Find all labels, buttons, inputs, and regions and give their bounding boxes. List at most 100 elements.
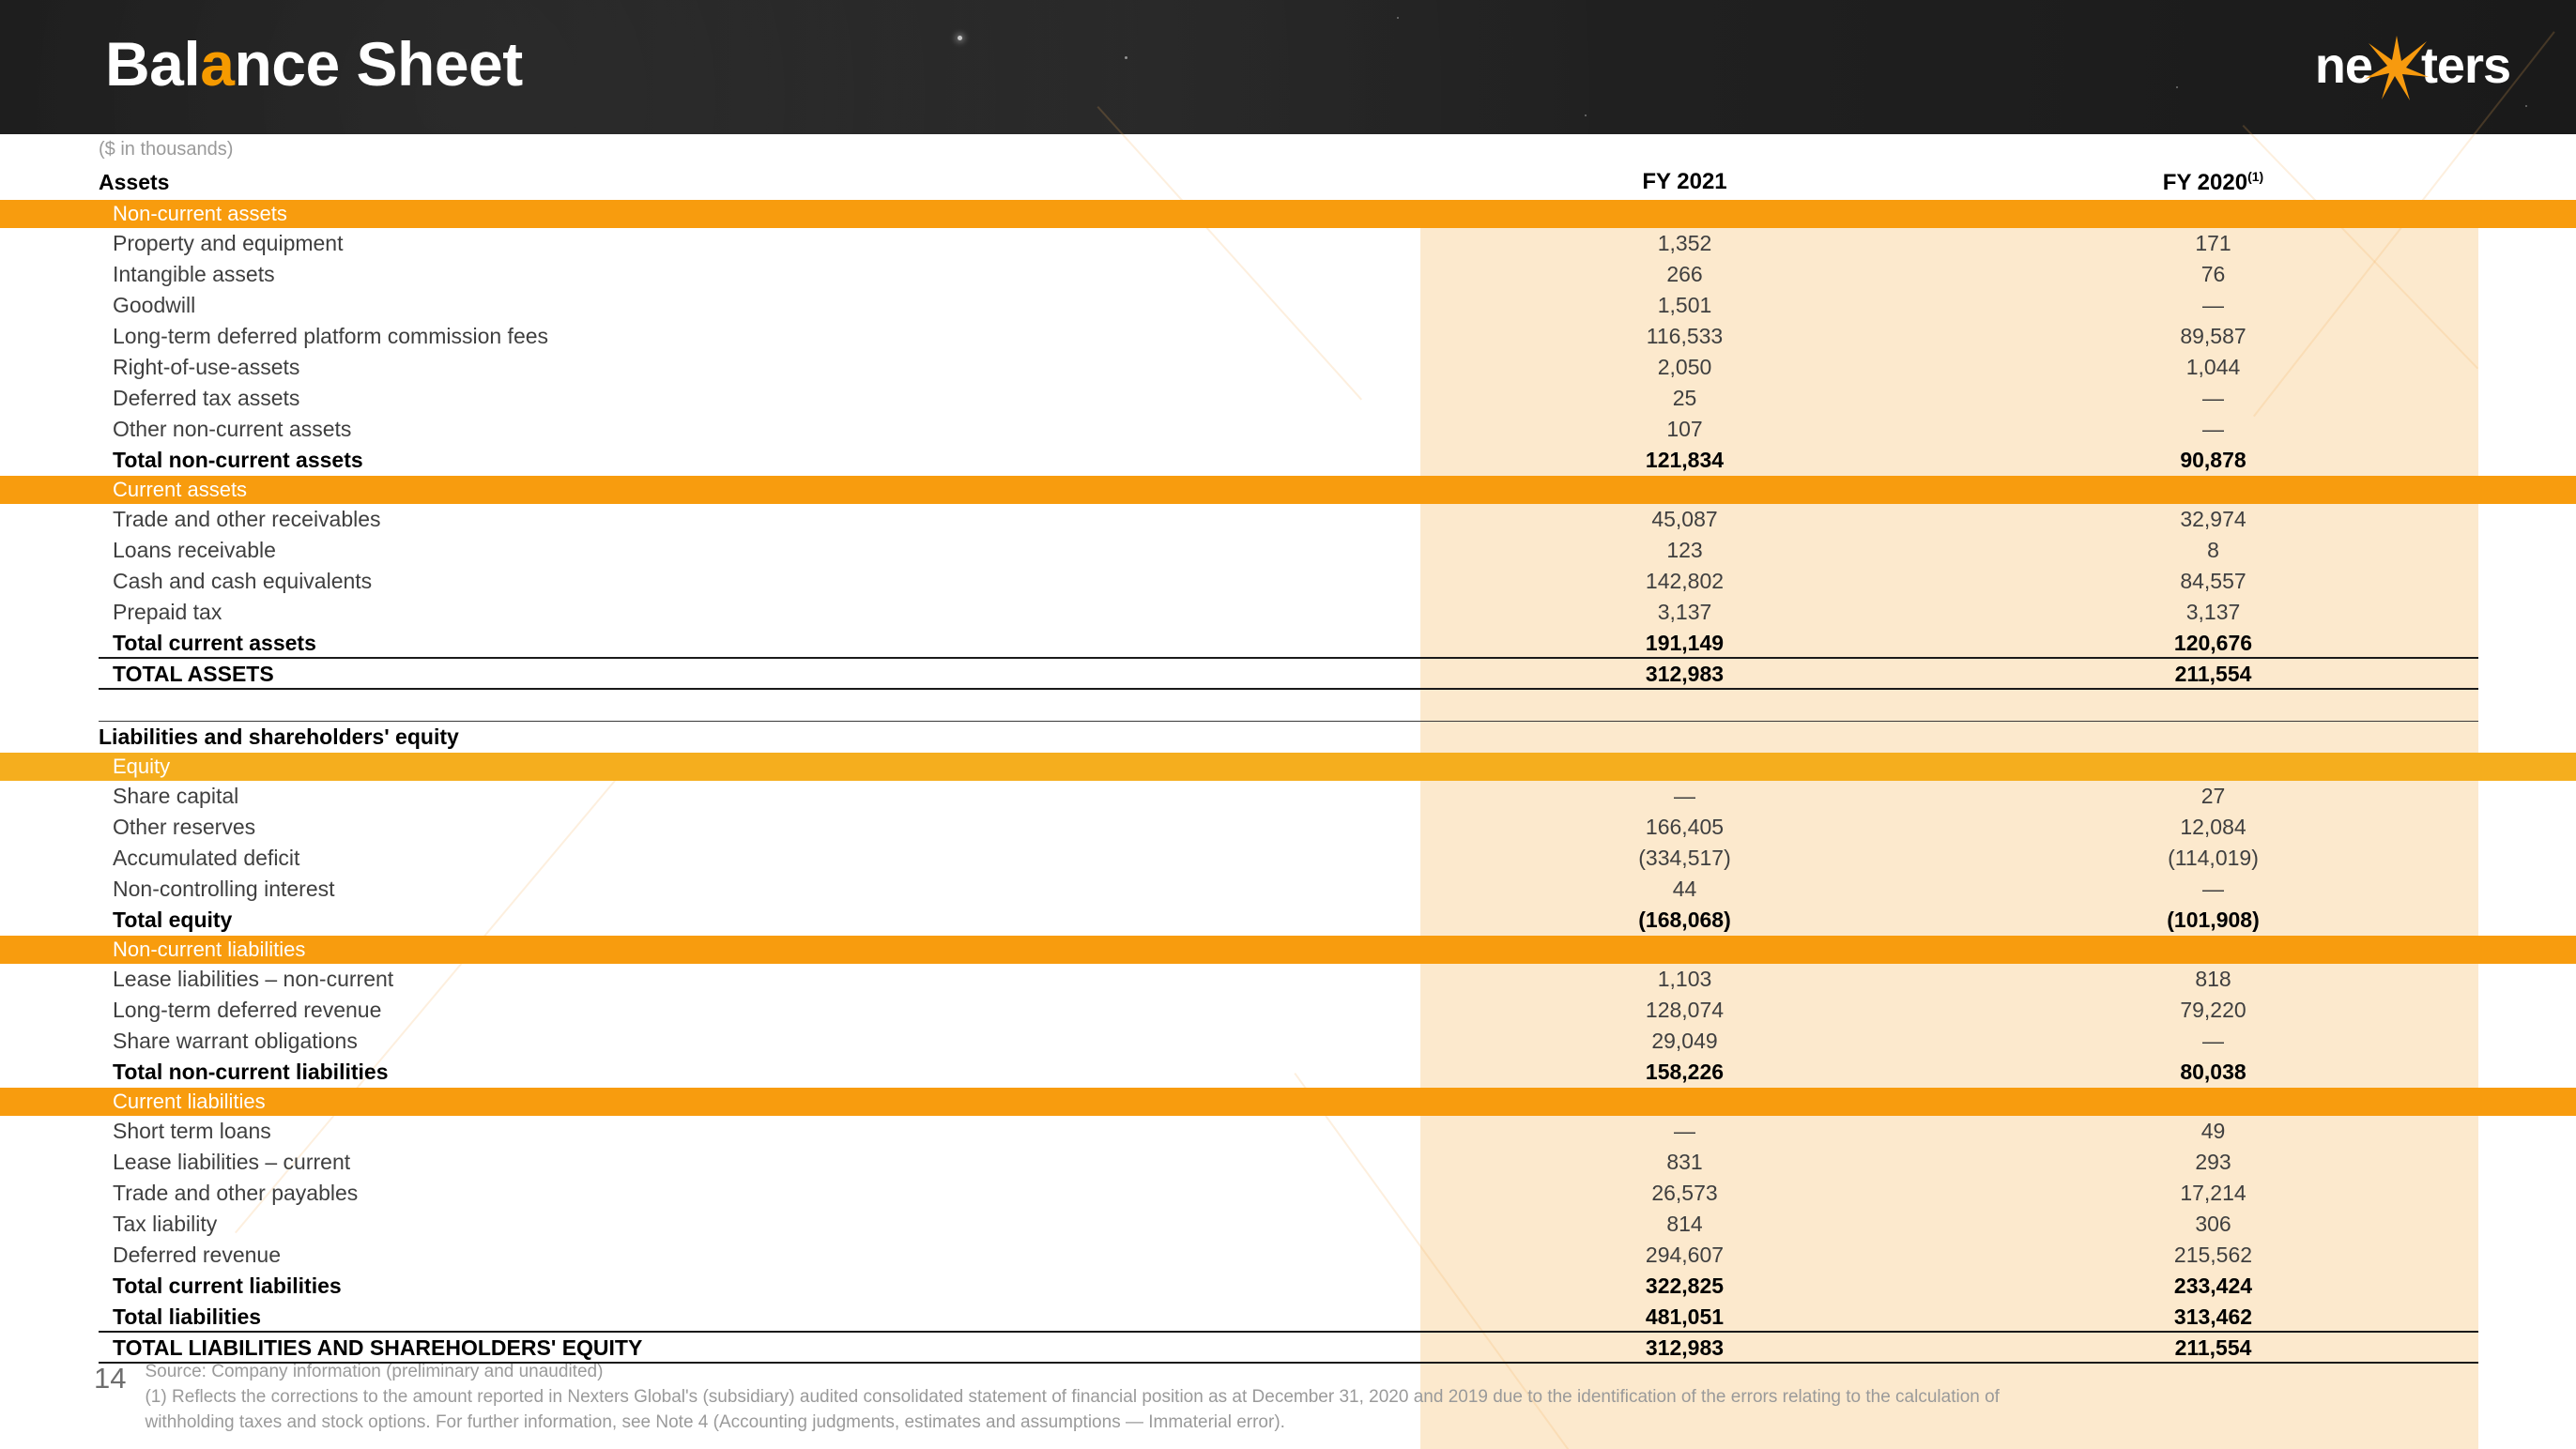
row-value-fy2021: 191,149: [1645, 631, 1725, 655]
section-label: Non-current liabilities: [113, 938, 306, 961]
row-value-fy2021: 3,137: [1657, 600, 1712, 624]
row-label: Deferred tax assets: [113, 386, 300, 410]
page-title-part-2: nce Sheet: [234, 29, 523, 99]
footnote-1-line-1: (1) Reflects the corrections to the amou…: [145, 1386, 2000, 1407]
row-value-fy2021: 312,983: [1645, 662, 1725, 686]
row-value-fy2020: 233,424: [2173, 1274, 2253, 1298]
table-row: Lease liabilities – current 831 293: [0, 1147, 2576, 1178]
row-value-fy2020: 306: [2195, 1212, 2231, 1236]
row-value-fy2021: 142,802: [1645, 569, 1725, 593]
row-value-fy2021: (168,068): [1638, 908, 1731, 932]
row-label: Cash and cash equivalents: [113, 569, 373, 593]
balance-sheet-table: ($ in thousands) Assets FY 2021 FY 2020(…: [0, 31, 2576, 1449]
row-value-fy2020: 27: [2200, 784, 2226, 808]
row-label: Other reserves: [113, 815, 256, 839]
row-value-fy2020: 17,214: [2180, 1181, 2246, 1205]
row-value-fy2021: 29,049: [1651, 1029, 1718, 1053]
row-value-fy2021: 814: [1666, 1212, 1703, 1236]
page-title: Balance Sheet: [105, 28, 523, 99]
row-label: Non-controlling interest: [113, 877, 335, 901]
table-row: Accumulated deficit (334,517) (114,019): [0, 843, 2576, 874]
row-label: Total current liabilities: [113, 1274, 342, 1298]
row-value-fy2021: 1,103: [1657, 967, 1712, 991]
row-value-fy2020: 80,038: [2180, 1060, 2246, 1084]
table-rows: ($ in thousands) Assets FY 2021 FY 2020(…: [0, 134, 2576, 1364]
section-header-current-liabilities: Current liabilities: [0, 1088, 2576, 1116]
row-label: Total liabilities: [113, 1304, 262, 1329]
row-value-fy2020: —: [2202, 293, 2224, 317]
total-row-current-liabilities: Total current liabilities 322,825 233,42…: [0, 1271, 2576, 1302]
row-value-fy2020: 293: [2195, 1150, 2231, 1174]
total-row-current-assets: Total current assets 191,149 120,676: [0, 628, 2576, 659]
row-value-fy2021: 116,533: [1646, 324, 1724, 348]
row-value-fy2021: —: [1674, 1119, 1695, 1143]
row-value-fy2020: 171: [2195, 231, 2231, 255]
row-label: Trade and other receivables: [113, 507, 381, 531]
footnotes: Source: Company information (preliminary…: [145, 1360, 1999, 1436]
nexters-logo: ne ters: [2315, 36, 2511, 100]
row-value-fy2020: (114,019): [2168, 846, 2259, 870]
row-label: Share capital: [113, 784, 239, 808]
total-assets-row: TOTAL ASSETS 312,983 211,554: [0, 659, 2576, 690]
row-label: Long-term deferred revenue: [113, 998, 382, 1022]
row-label: Other non-current assets: [113, 417, 352, 441]
star-decoration: [1125, 56, 1127, 59]
row-label: Total current assets: [113, 631, 316, 655]
row-value-fy2021: 25: [1672, 386, 1697, 410]
liabilities-heading-row: Liabilities and shareholders' equity: [0, 722, 2576, 753]
table-row: Lease liabilities – non-current 1,103 81…: [0, 964, 2576, 995]
star-decoration: [2176, 86, 2178, 88]
units-note: ($ in thousands): [99, 138, 234, 160]
table-row: Prepaid tax 3,137 3,137: [0, 597, 2576, 628]
row-value-fy2021: 44: [1672, 877, 1697, 901]
row-value-fy2020: 818: [2195, 967, 2231, 991]
star-decoration: [958, 36, 962, 40]
table-row: Share capital — 27: [0, 781, 2576, 812]
table-row: Property and equipment 1,352 171: [0, 228, 2576, 259]
row-value-fy2021: (334,517): [1638, 846, 1731, 870]
row-label: Accumulated deficit: [113, 846, 300, 870]
star-decoration: [1397, 17, 1399, 19]
row-value-fy2020: —: [2202, 386, 2224, 410]
row-value-fy2020: 32,974: [2180, 507, 2246, 531]
row-label: Right-of-use-assets: [113, 355, 300, 379]
row-value-fy2020: 49: [2200, 1119, 2226, 1143]
logo-star-x-icon: [2364, 36, 2429, 100]
row-value-fy2021: 166,405: [1645, 815, 1725, 839]
row-value-fy2021: 45,087: [1651, 507, 1718, 531]
col-header-fy2021: FY 2021: [1642, 169, 1727, 194]
row-label: Goodwill: [113, 293, 196, 317]
section-label: Current assets: [113, 478, 248, 501]
row-value-fy2020: 211,554: [2174, 662, 2252, 686]
row-label: Intangible assets: [113, 262, 275, 286]
page-number: 14: [94, 1362, 127, 1395]
row-label: Tax liability: [113, 1212, 218, 1236]
row-label: Deferred revenue: [113, 1243, 281, 1267]
table-row: Trade and other receivables 45,087 32,97…: [0, 504, 2576, 535]
row-value-fy2021: 1,501: [1657, 293, 1712, 317]
row-label: Total non-current liabilities: [113, 1060, 389, 1084]
row-value-fy2020: 1,044: [2185, 355, 2241, 379]
row-value-fy2020: 12,084: [2180, 815, 2246, 839]
row-label: Share warrant obligations: [113, 1029, 358, 1053]
page-title-part-1: Bal: [105, 29, 201, 99]
row-value-fy2020: 215,562: [2173, 1243, 2253, 1267]
section-label: Current liabilities: [113, 1090, 266, 1113]
row-label: Total non-current assets: [113, 448, 363, 472]
section-gap: [0, 690, 2576, 722]
footnote-source: Source: Company information (preliminary…: [145, 1362, 604, 1381]
row-value-fy2021: —: [1674, 784, 1695, 808]
star-decoration: [2525, 105, 2527, 107]
row-label: Long-term deferred platform commission f…: [113, 324, 549, 348]
balance-sheet-slide: Balance Sheet ne ters ($ in thousands) As…: [0, 0, 2576, 1449]
assets-heading: Assets: [99, 169, 170, 194]
liabilities-heading: Liabilities and shareholders' equity: [99, 724, 459, 749]
table-row: Deferred tax assets 25 —: [0, 383, 2576, 414]
row-value-fy2021: 158,226: [1645, 1060, 1725, 1084]
row-label: Total equity: [113, 908, 233, 932]
row-label: Property and equipment: [113, 231, 344, 255]
table-row: Other non-current assets 107 —: [0, 414, 2576, 445]
slide-header: Balance Sheet ne ters: [0, 0, 2576, 134]
row-value-fy2020: 313,462: [2173, 1304, 2253, 1329]
row-value-fy2021: 322,825: [1645, 1274, 1725, 1298]
